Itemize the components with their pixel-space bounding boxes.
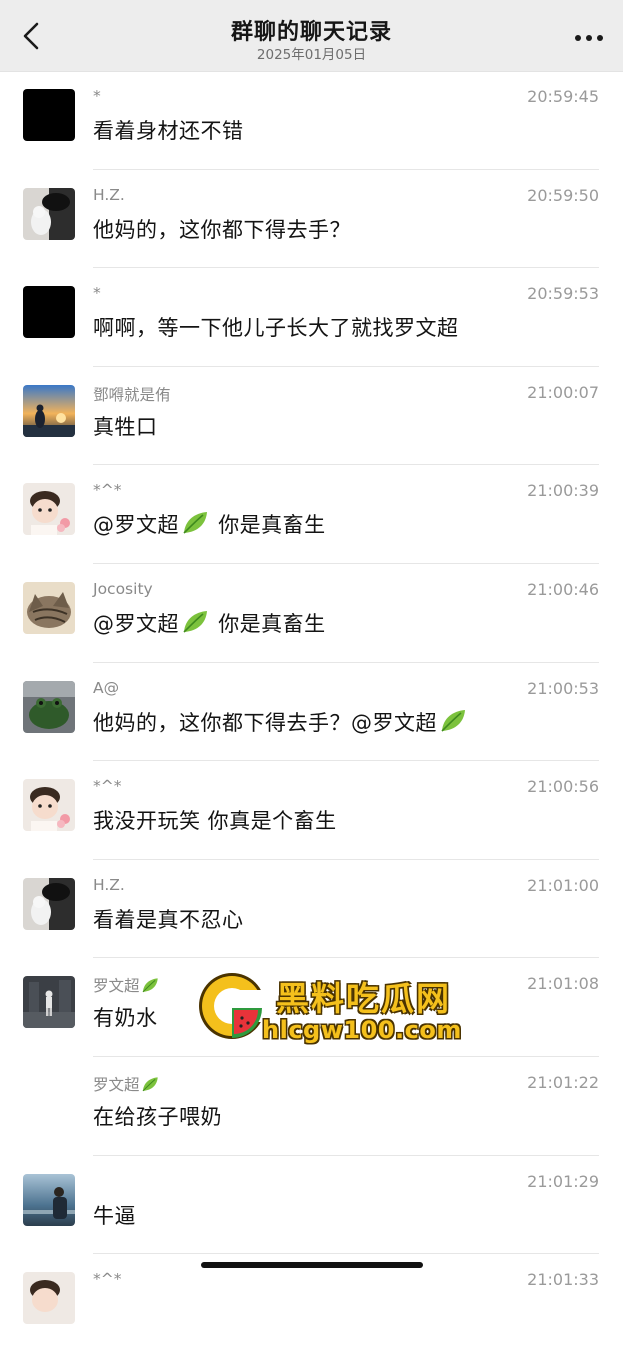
- message-time: 21:00:46: [527, 579, 599, 599]
- sender-name: *: [93, 87, 101, 105]
- message-text: 他妈的，这你都下得去手？: [93, 217, 351, 242]
- watermark-title: 黑料吃瓜网: [276, 979, 451, 1018]
- message-time: 21:00:56: [527, 777, 599, 797]
- page-title: 群聊的聊天记录: [230, 20, 392, 45]
- message-row[interactable]: *^* 21:01:33: [0, 1254, 623, 1353]
- message-time: 21:01:00: [527, 875, 599, 895]
- chat-header: 群聊的聊天记录 2025年01月05日: [0, 0, 623, 72]
- message-text-with-mention: 他妈的，这你都下得去手？@罗文超: [93, 710, 437, 735]
- message-row[interactable]: Jocosity 21:00:46 @罗文超 你是真畜生: [0, 564, 623, 663]
- avatar[interactable]: [23, 483, 75, 536]
- avatar[interactable]: [23, 384, 75, 437]
- avatar[interactable]: [23, 779, 75, 832]
- home-indicator[interactable]: [201, 1262, 423, 1268]
- sender-name: H.Z.: [93, 875, 125, 894]
- message-text: 啊啊，等一下他儿子长大了就找罗文超: [93, 316, 459, 341]
- message-time: 21:01:22: [527, 1072, 599, 1092]
- message-text: 看着是真不忍心: [93, 907, 244, 932]
- message-text: @罗文超 你是真畜生: [93, 608, 326, 638]
- message-time: 21:00:53: [527, 678, 599, 698]
- sender-name: 罗文超: [93, 974, 159, 996]
- message-text: 他妈的，这你都下得去手？@罗文超: [93, 707, 469, 737]
- message-text: 牛逼: [93, 1203, 136, 1228]
- message-row[interactable]: * 20:59:45 看着身材还不错: [0, 71, 623, 170]
- message-text: 在给孩子喂奶: [93, 1104, 222, 1129]
- avatar[interactable]: [23, 680, 75, 733]
- more-button[interactable]: [569, 22, 609, 52]
- message-time: 20:59:45: [527, 87, 599, 106]
- avatar[interactable]: [23, 286, 75, 339]
- message-list: * 20:59:45 看着身材还不错 H.Z. 20:59:50 他妈的，这你都…: [0, 71, 623, 1353]
- message-time: 20:59:53: [527, 284, 599, 304]
- sender-name: H.Z.: [93, 185, 125, 204]
- message-text: @罗文超 你是真畜生: [93, 509, 326, 539]
- leaf-emoji-icon: [142, 978, 158, 993]
- message-row[interactable]: A@ 21:00:53 他妈的，这你都下得去手？@罗文超: [0, 663, 623, 762]
- message-time: 20:59:50: [527, 185, 599, 205]
- message-text: 我没开玩笑 你真是个畜生: [93, 809, 337, 834]
- avatar[interactable]: [23, 976, 75, 1029]
- message-row[interactable]: H.Z. 20:59:50 他妈的，这你都下得去手？: [0, 170, 623, 269]
- leaf-emoji-icon: [183, 512, 207, 534]
- watermelon-logo-icon: [199, 973, 268, 1039]
- leaf-emoji-icon: [183, 610, 207, 633]
- sender-name: 鄧嘚就是侑: [93, 385, 171, 404]
- message-text: 有奶水: [93, 1006, 158, 1031]
- avatar[interactable]: [23, 89, 75, 141]
- sender-name: 罗文超: [93, 1073, 159, 1095]
- leaf-emoji-icon: [441, 709, 465, 732]
- sender-name: A@: [93, 678, 120, 697]
- message-text: 看着身材还不错: [93, 119, 244, 143]
- message-time: 21:01:08: [527, 974, 599, 994]
- avatar[interactable]: [23, 581, 75, 634]
- message-row[interactable]: *^* 21:00:56 我没开玩笑 你真是个畜生: [0, 761, 623, 860]
- sender-name: *^*: [93, 1270, 122, 1289]
- message-row[interactable]: 鄧嘚就是侑 21:00:07 真牲口: [0, 367, 623, 466]
- message-row[interactable]: H.Z. 21:01:00 看着是真不忍心: [0, 860, 623, 959]
- watermark-url: hlcgw100.com: [262, 1016, 462, 1044]
- message-time: 21:00:07: [527, 382, 599, 402]
- leaf-emoji-icon: [142, 1077, 158, 1092]
- message-row[interactable]: *^* 21:00:39 @罗文超 你是真畜生: [0, 465, 623, 564]
- avatar[interactable]: [23, 877, 75, 930]
- message-row[interactable]: 21:01:29 牛逼: [0, 1156, 623, 1255]
- sender-name: *^*: [93, 777, 122, 796]
- more-dots-icon: [575, 35, 603, 41]
- message-row[interactable]: 罗文超 21:01:22 在给孩子喂奶: [0, 1057, 623, 1156]
- message-time: 21:01:29: [527, 1171, 599, 1191]
- mention[interactable]: @罗文超: [93, 513, 179, 537]
- message-text: 真牲口: [93, 414, 158, 439]
- message-text-rest: 你是真畜生: [218, 513, 326, 538]
- watermark: 黑料吃瓜网 hlcgw100.com: [196, 970, 486, 1050]
- mention[interactable]: @罗文超: [93, 612, 179, 636]
- sender-name: Jocosity: [93, 579, 153, 598]
- avatar[interactable]: [23, 187, 75, 240]
- message-time: 21:00:39: [527, 481, 599, 501]
- chat-date: 2025年01月05日: [256, 47, 367, 63]
- sender-name: *^*: [93, 481, 122, 500]
- sender-name: *: [93, 284, 101, 303]
- message-row[interactable]: * 20:59:53 啊啊，等一下他儿子长大了就找罗文超: [0, 268, 623, 367]
- message-text-rest: 你是真畜生: [218, 611, 326, 636]
- avatar[interactable]: [23, 1173, 75, 1226]
